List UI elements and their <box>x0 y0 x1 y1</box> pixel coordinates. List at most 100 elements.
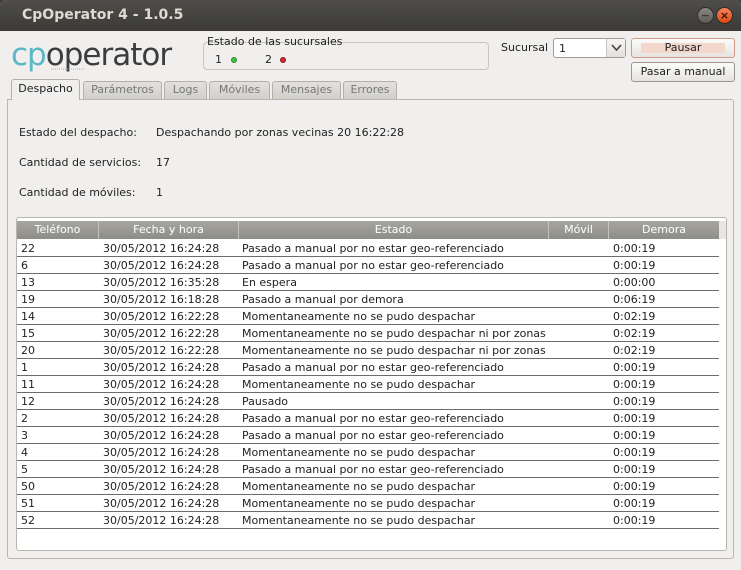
cell-estado: Momentaneamente no se pudo despachar <box>242 446 476 459</box>
table-row[interactable]: 5 30/05/2012 16:24:28 Pasado a manual por … <box>17 461 719 478</box>
cell-telefono: 50 <box>21 480 35 493</box>
pass-to-manual-button[interactable]: Pasar a manual <box>631 62 735 82</box>
table-row[interactable]: 4 30/05/2012 16:24:28 Momentaneamente no s… <box>17 444 719 461</box>
branch-select-value: 1 <box>559 42 566 55</box>
table-header: Teléfono Fecha y hora Estado Móvil Demor… <box>17 221 719 239</box>
cell-telefono: 20 <box>21 344 35 357</box>
branch-select[interactable]: 1 <box>553 38 626 58</box>
tab-despacho[interactable]: Despacho <box>11 79 80 100</box>
cell-telefono: 2 <box>21 412 28 425</box>
cell-demora: 0:00:19 <box>613 429 656 442</box>
cell-fecha-hora: 30/05/2012 16:24:28 <box>103 361 220 374</box>
cell-demora: 0:00:19 <box>613 446 656 459</box>
cell-demora: 0:00:19 <box>613 361 656 374</box>
window-title: CpOperator 4 - 1.0.5 <box>22 7 184 23</box>
cell-telefono: 51 <box>21 497 35 510</box>
table-row[interactable]: 13 30/05/2012 16:35:28 En espera 0:00:00 <box>17 274 719 291</box>
table-row[interactable]: 14 30/05/2012 16:22:28 Momentaneamente no … <box>17 308 719 325</box>
cell-fecha-hora: 30/05/2012 16:24:28 <box>103 480 220 493</box>
branch-status-label: 2 <box>265 53 272 66</box>
cell-telefono: 1 <box>21 361 28 374</box>
tab-mensajes[interactable]: Mensajes <box>272 81 341 99</box>
cell-fecha-hora: 30/05/2012 16:35:28 <box>103 276 220 289</box>
cell-fecha-hora: 30/05/2012 16:24:28 <box>103 395 220 408</box>
chevron-down-icon[interactable] <box>606 39 625 57</box>
cell-fecha-hora: 30/05/2012 16:22:28 <box>103 344 220 357</box>
column-header-telefono[interactable]: Teléfono <box>17 221 99 239</box>
cell-telefono: 11 <box>21 378 35 391</box>
cell-estado: Pasado a manual por no estar geo-referen… <box>242 429 504 442</box>
tab-parametros[interactable]: Parámetros <box>83 81 162 99</box>
minimize-icon[interactable]: − <box>697 7 714 24</box>
cell-estado: Pausado <box>242 395 289 408</box>
cell-demora: 0:00:19 <box>613 497 656 510</box>
table-row[interactable]: 1 30/05/2012 16:24:28 Pasado a manual por … <box>17 359 719 376</box>
cpoperator-logo: cpoperator <box>11 38 173 72</box>
cell-estado: Momentaneamente no se pudo despachar ni … <box>242 327 547 340</box>
cell-telefono: 6 <box>21 259 28 272</box>
cell-demora: 0:00:00 <box>613 276 656 289</box>
cell-fecha-hora: 30/05/2012 16:22:28 <box>103 327 220 340</box>
cell-demora: 0:00:19 <box>613 514 656 527</box>
scrollbar[interactable] <box>719 221 726 239</box>
dispatch-status-value: Despachando por zonas vecinas 20 16:22:2… <box>156 126 405 139</box>
pause-button[interactable]: Pausar <box>631 38 735 58</box>
tab-moviles[interactable]: Móviles <box>209 81 270 99</box>
branch-status-title: Estado de las sucursales <box>207 35 343 48</box>
pass-to-manual-label: Pasar a manual <box>640 65 726 78</box>
services-count-value: 17 <box>156 156 170 169</box>
tab-logs[interactable]: Logs <box>164 81 207 99</box>
branch-status-label: 1 <box>215 53 222 66</box>
cell-demora: 0:00:19 <box>613 412 656 425</box>
cell-fecha-hora: 30/05/2012 16:22:28 <box>103 310 220 323</box>
cell-demora: 0:00:19 <box>613 395 656 408</box>
cell-estado: Pasado a manual por demora <box>242 293 404 306</box>
table-row[interactable]: 15 30/05/2012 16:22:28 Momentaneamente no … <box>17 325 719 342</box>
table-row[interactable]: 19 30/05/2012 16:18:28 Pasado a manual por… <box>17 291 719 308</box>
column-header-estado[interactable]: Estado <box>239 221 549 239</box>
cell-estado: En espera <box>242 276 297 289</box>
services-count-label: Cantidad de servicios: <box>19 156 142 169</box>
cell-estado: Pasado a manual por no estar geo-referen… <box>242 463 504 476</box>
cell-estado: Momentaneamente no se pudo despachar <box>242 497 476 510</box>
table-row[interactable]: 12 30/05/2012 16:24:28 Pausado 0:00:19 <box>17 393 719 410</box>
mobiles-count-value: 1 <box>156 186 163 199</box>
cell-fecha-hora: 30/05/2012 16:24:28 <box>103 259 220 272</box>
table-row[interactable]: 3 30/05/2012 16:24:28 Pasado a manual por … <box>17 427 719 444</box>
table-row[interactable]: 2 30/05/2012 16:24:28 Pasado a manual por … <box>17 410 719 427</box>
cell-demora: 0:00:19 <box>613 480 656 493</box>
cell-telefono: 52 <box>21 514 35 527</box>
cell-estado: Momentaneamente no se pudo despachar ni … <box>242 344 547 357</box>
cell-demora: 0:02:19 <box>613 327 656 340</box>
cell-demora: 0:06:19 <box>613 293 656 306</box>
green-status-icon <box>231 57 237 63</box>
cell-fecha-hora: 30/05/2012 16:24:28 <box>103 463 220 476</box>
table-row[interactable]: 20 30/05/2012 16:22:28 Momentaneamente no … <box>17 342 719 359</box>
table-row[interactable]: 52 30/05/2012 16:24:28 Momentaneamente no … <box>17 512 719 529</box>
cell-estado: Momentaneamente no se pudo despachar <box>242 480 476 493</box>
title-bar[interactable]: CpOperator 4 - 1.0.5 − × <box>0 0 741 31</box>
cell-fecha-hora: 30/05/2012 16:24:28 <box>103 412 220 425</box>
close-icon[interactable]: × <box>716 7 733 24</box>
cell-estado: Pasado a manual por no estar geo-referen… <box>242 242 504 255</box>
cell-estado: Momentaneamente no se pudo despachar <box>242 310 476 323</box>
cell-demora: 0:00:19 <box>613 242 656 255</box>
tab-errores[interactable]: Errores <box>343 81 397 99</box>
table-row[interactable]: 50 30/05/2012 16:24:28 Momentaneamente no … <box>17 478 719 495</box>
header: cpoperator Estado de las sucursales 1 2 … <box>0 31 741 82</box>
red-status-icon <box>280 57 286 63</box>
table-row[interactable]: 51 30/05/2012 16:24:28 Momentaneamente no … <box>17 495 719 512</box>
cell-estado: Pasado a manual por no estar geo-referen… <box>242 412 504 425</box>
table-row[interactable]: 11 30/05/2012 16:24:28 Momentaneamente no … <box>17 376 719 393</box>
cell-telefono: 4 <box>21 446 28 459</box>
column-header-movil[interactable]: Móvil <box>549 221 609 239</box>
table-row[interactable]: 6 30/05/2012 16:24:28 Pasado a manual por … <box>17 257 719 274</box>
cell-fecha-hora: 30/05/2012 16:24:28 <box>103 378 220 391</box>
column-header-fecha-hora[interactable]: Fecha y hora <box>99 221 239 239</box>
column-header-demora[interactable]: Demora <box>609 221 719 239</box>
cell-fecha-hora: 30/05/2012 16:24:28 <box>103 497 220 510</box>
cell-estado: Pasado a manual por no estar geo-referen… <box>242 259 504 272</box>
mobiles-count-label: Cantidad de móviles: <box>19 186 136 199</box>
pause-button-label: Pausar <box>664 41 702 54</box>
table-row[interactable]: 22 30/05/2012 16:24:28 Pasado a manual por… <box>17 240 719 257</box>
